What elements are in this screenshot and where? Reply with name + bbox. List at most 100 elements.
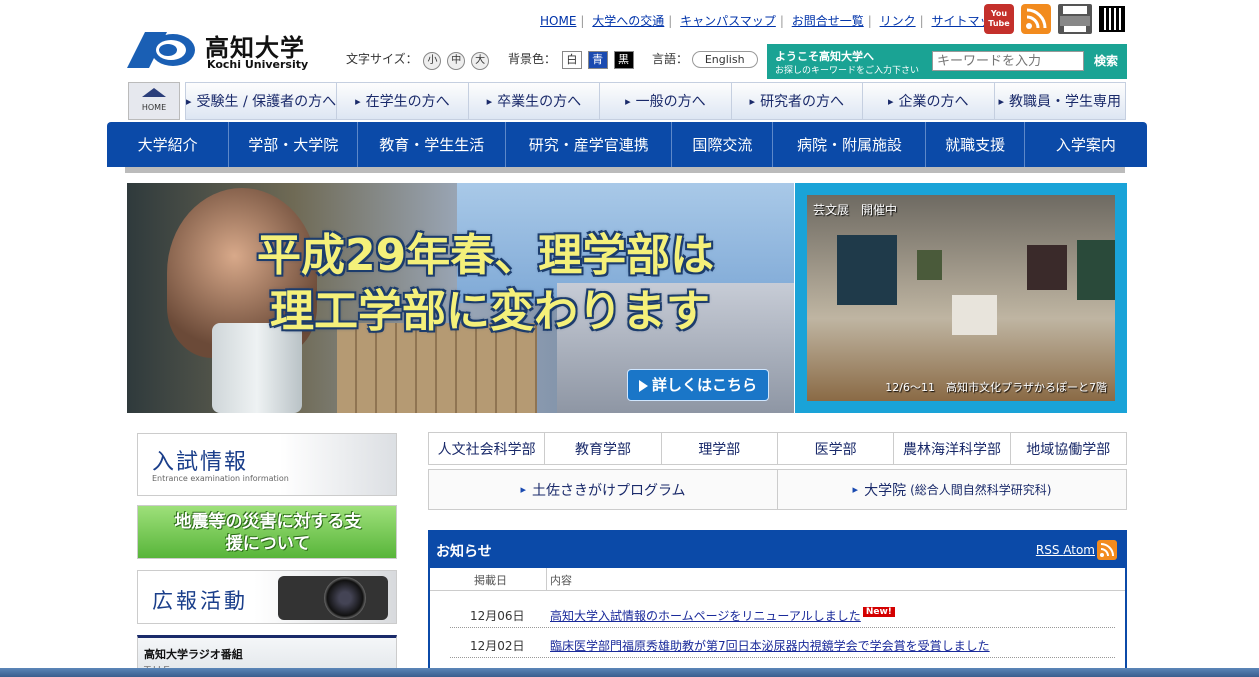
bg-white-button[interactable]: 白 [561, 51, 582, 69]
news-rss-link[interactable]: RSS [1036, 543, 1060, 557]
nav-admission[interactable]: 入学案内 [1025, 122, 1147, 167]
program-graduate-label: 大学院 [864, 482, 907, 499]
tab-alumni[interactable]: 卒業生の方へ [469, 83, 601, 119]
program-links: ▸ 土佐さきがけプログラム ▸ 大学院 (総合人間自然科学研究科) [428, 469, 1127, 510]
home-label: HOME [141, 103, 167, 112]
bg-black-button[interactable]: 黒 [613, 51, 634, 69]
main-nav: 大学紹介 学部・大学院 教育・学生生活 研究・産学官連携 国際交流 病院・附属施… [107, 122, 1147, 167]
nav-career[interactable]: 就職支援 [926, 122, 1025, 167]
font-size-medium-button[interactable]: 中 [447, 52, 466, 70]
exam-info-banner[interactable]: 入試情報 Entrance examination information [137, 433, 397, 496]
logo-title-en[interactable]: Kochi University [207, 58, 308, 71]
faculty-medicine[interactable]: 医学部 [778, 433, 895, 464]
faculty-links: 人文社会科学部 教育学部 理学部 医学部 農林海洋科学部 地域協働学部 [428, 432, 1127, 465]
search-box: ようこそ高知大学へ お探しのキーワードをご入力下さい 検索 [767, 44, 1127, 79]
nav-hospital[interactable]: 病院・附属施設 [773, 122, 927, 167]
faculty-agriculture[interactable]: 農林海洋科学部 [894, 433, 1011, 464]
rss-icon[interactable] [1097, 540, 1117, 560]
nav-research[interactable]: 研究・産学官連携 [506, 122, 673, 167]
program-graduate[interactable]: ▸ 大学院 (総合人間自然科学研究科) [778, 470, 1126, 509]
pedestal-image [952, 295, 997, 335]
painting-image [837, 235, 897, 305]
bg-color-label: 背景色： [508, 52, 557, 66]
news-title: お知らせ [436, 544, 492, 560]
exhibition-caption: 12/6～11 高知市文化プラザかるぽーと7階 [885, 381, 1107, 394]
disaster-support-banner[interactable]: 地震等の災害に対する支援について [137, 505, 397, 559]
link-contact[interactable]: お問合せ一覧 [792, 14, 864, 28]
new-badge: New! [862, 607, 895, 617]
font-size-small-button[interactable]: 小 [423, 52, 442, 70]
nav-shadow [125, 167, 1125, 173]
program-tosa-label: 土佐さきがけプログラム [531, 482, 686, 499]
exam-info-subtitle: Entrance examination information [152, 474, 289, 483]
nav-international[interactable]: 国際交流 [672, 122, 774, 167]
radio-title: 高知大学ラジオ番組 [144, 648, 243, 661]
news-feed-links: RSS Atom [1036, 543, 1095, 557]
news-date: 12月02日 [470, 639, 525, 653]
pr-title: 広報活動 [152, 589, 248, 613]
pr-banner[interactable]: 広報活動 [137, 570, 397, 624]
hero-more-button[interactable]: 詳しくはこちら [627, 369, 769, 401]
news-row: 12月06日 高知大学入試情報のホームページをリニューアルしました New! [430, 602, 1125, 628]
news-header: お知らせ RSS Atom [430, 532, 1125, 568]
exhibition-banner[interactable]: 芸文展 開催中 12/6～11 高知市文化プラザかるぽーと7階 [795, 183, 1127, 413]
font-size-control: 文字サイズ： 小 中 大 [346, 50, 490, 70]
news-panel: お知らせ RSS Atom 掲載日 内容 12月06日 高知大学入試情報のホーム… [428, 530, 1127, 677]
exhibition-title: 芸文展 開催中 [813, 203, 898, 217]
bg-color-control: 背景色： 白 青 黒 [508, 50, 634, 69]
news-column-header: 掲載日 内容 [430, 568, 1125, 591]
tab-staff[interactable]: 教職員・学生専用 [995, 83, 1125, 119]
program-graduate-sub: (総合人間自然科学研究科) [910, 483, 1052, 497]
search-welcome: ようこそ高知大学へ [775, 50, 874, 63]
language-label: 言語： [652, 52, 689, 66]
program-tosa[interactable]: ▸ 土佐さきがけプログラム [429, 470, 778, 509]
tab-companies[interactable]: 企業の方へ [863, 83, 995, 119]
news-col-date: 掲載日 [474, 574, 507, 587]
camera-lens-icon [324, 577, 366, 619]
qr-code-icon[interactable] [1099, 6, 1125, 32]
tab-public[interactable]: 一般の方へ [600, 83, 732, 119]
search-button[interactable]: 検索 [1089, 51, 1123, 71]
disaster-support-title: 地震等の災害に対する支援について [174, 512, 362, 554]
english-button[interactable]: English [691, 51, 758, 68]
faculty-science[interactable]: 理学部 [662, 433, 778, 464]
link-links[interactable]: リンク [880, 14, 916, 28]
printer-icon[interactable] [1058, 4, 1092, 34]
link-home[interactable]: HOME [540, 14, 576, 28]
hero-headline-2: 理工学部に変わります [270, 286, 710, 337]
news-date: 12月06日 [470, 609, 525, 623]
rss-icon[interactable] [1021, 4, 1051, 34]
news-row: 12月02日 臨床医学部門福原秀雄助教が第7回日本泌尿器内視鏡学会で学会賞を受賞… [430, 632, 1125, 658]
font-size-large-button[interactable]: 大 [471, 52, 490, 70]
news-link[interactable]: 高知大学入試情報のホームページをリニューアルしました New! [550, 607, 895, 624]
university-logo-icon[interactable] [127, 30, 197, 70]
font-size-label: 文字サイズ： [346, 52, 418, 66]
nav-about[interactable]: 大学紹介 [107, 122, 230, 167]
arrow-right-icon: ▸ [852, 483, 859, 496]
tab-applicants[interactable]: 受験生 / 保護者の方へ [186, 83, 338, 119]
audience-tabs: 受験生 / 保護者の方へ 在学生の方へ 卒業生の方へ 一般の方へ 研究者の方へ … [185, 82, 1126, 120]
youtube-icon[interactable]: You Tube [984, 4, 1014, 34]
link-access[interactable]: 大学への交通 [592, 14, 664, 28]
faculty-education[interactable]: 教育学部 [545, 433, 662, 464]
faculty-humanities[interactable]: 人文社会科学部 [429, 433, 546, 464]
exam-info-title: 入試情報 [152, 450, 249, 475]
home-icon [142, 88, 166, 97]
news-atom-link[interactable]: Atom [1063, 543, 1095, 557]
hero-more-label: 詳しくはこちら [651, 376, 757, 394]
nav-faculties[interactable]: 学部・大学院 [229, 122, 359, 167]
hero-banner[interactable]: 平成29年春、理学部は 理工学部に変わります 詳しくはこちら [127, 183, 794, 413]
bg-blue-button[interactable]: 青 [587, 51, 608, 69]
hero-headline-1: 平成29年春、理学部は [257, 230, 715, 281]
painting-image [1077, 240, 1115, 300]
faculty-regional[interactable]: 地域協働学部 [1011, 433, 1126, 464]
play-icon [638, 379, 648, 392]
painting-image [1027, 245, 1067, 290]
search-input[interactable] [932, 51, 1084, 71]
news-link[interactable]: 臨床医学部門福原秀雄助教が第7回日本泌尿器内視鏡学会で学会賞を受賞しました [550, 637, 990, 654]
tab-students[interactable]: 在学生の方へ [337, 83, 469, 119]
home-button[interactable]: HOME [128, 82, 180, 120]
tab-researchers[interactable]: 研究者の方へ [732, 83, 864, 119]
link-campus-map[interactable]: キャンパスマップ [680, 14, 776, 28]
nav-education[interactable]: 教育・学生生活 [358, 122, 507, 167]
